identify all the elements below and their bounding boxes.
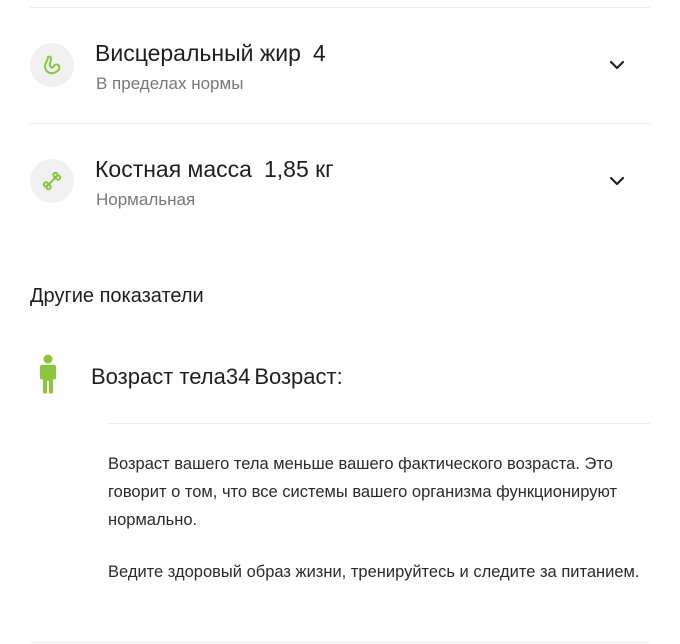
metric-row-bone-mass[interactable]: Костная масса 1,85 кг Нормальная <box>0 124 680 234</box>
chevron-down-icon[interactable] <box>606 54 628 76</box>
divider <box>108 423 650 424</box>
bone-icon <box>30 159 74 203</box>
visceral-fat-icon <box>30 43 74 87</box>
metric-value: 4 <box>312 40 326 66</box>
person-icon <box>40 354 56 394</box>
metric-row-visceral-fat[interactable]: Висцеральный жир 4 В пределах нормы <box>0 8 680 118</box>
body-age-line[interactable]: Возраст тела34 Возраст: <box>91 363 343 391</box>
body-age-label: Возраст тела <box>91 364 226 389</box>
body-age-suffix: Возраст: <box>254 364 343 389</box>
section-title: Другие показатели <box>30 285 204 307</box>
divider-bottom <box>30 642 650 643</box>
metric-status: В пределах нормы <box>96 74 244 93</box>
body-age-value: 34 <box>225 364 251 389</box>
metric-title: Висцеральный жир 4 <box>95 39 326 67</box>
metric-value: 1,85 кг <box>263 156 334 182</box>
body-age-description: Возраст вашего тела меньше вашего фактич… <box>108 455 618 529</box>
metric-label: Костная масса <box>95 156 252 182</box>
metric-status: Нормальная <box>96 190 196 209</box>
metric-label: Висцеральный жир <box>95 40 301 66</box>
body-age-advice: Ведите здоровый образ жизни, тренируйтес… <box>108 563 640 581</box>
chevron-down-icon[interactable] <box>606 170 628 192</box>
metric-title: Костная масса 1,85 кг <box>95 155 334 183</box>
